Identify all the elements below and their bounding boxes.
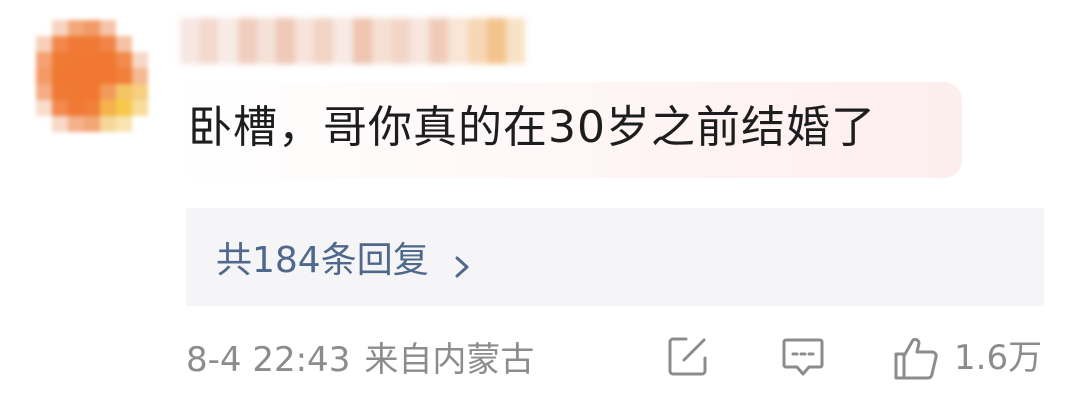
comment-icon bbox=[780, 334, 826, 380]
replies-count-label: 共184条回复 bbox=[216, 240, 429, 281]
comment-text: 卧槽，哥你真的在30岁之前结婚了 bbox=[188, 102, 876, 153]
comment-time: 8-4 22:43 bbox=[186, 340, 351, 380]
username[interactable] bbox=[180, 18, 526, 64]
edit-button[interactable] bbox=[666, 334, 710, 378]
replies-box: 共184条回复 bbox=[186, 208, 1044, 306]
thumbs-up-icon bbox=[892, 334, 940, 382]
avatar[interactable] bbox=[36, 20, 148, 132]
edit-icon bbox=[666, 334, 710, 378]
view-replies-link[interactable]: 共184条回复 bbox=[216, 231, 473, 283]
like-button[interactable]: 1.6万 bbox=[892, 334, 1042, 382]
comment-location: 来自内蒙古 bbox=[364, 340, 535, 380]
comment-button[interactable] bbox=[780, 334, 826, 380]
chevron-right-icon bbox=[451, 246, 473, 278]
comment-meta: 8-4 22:43 来自内蒙古 bbox=[186, 338, 534, 382]
like-count: 1.6万 bbox=[954, 338, 1043, 378]
comment-card: 卧槽，哥你真的在30岁之前结婚了 共184条回复 8-4 22:43 来自内蒙古 bbox=[0, 0, 1080, 408]
